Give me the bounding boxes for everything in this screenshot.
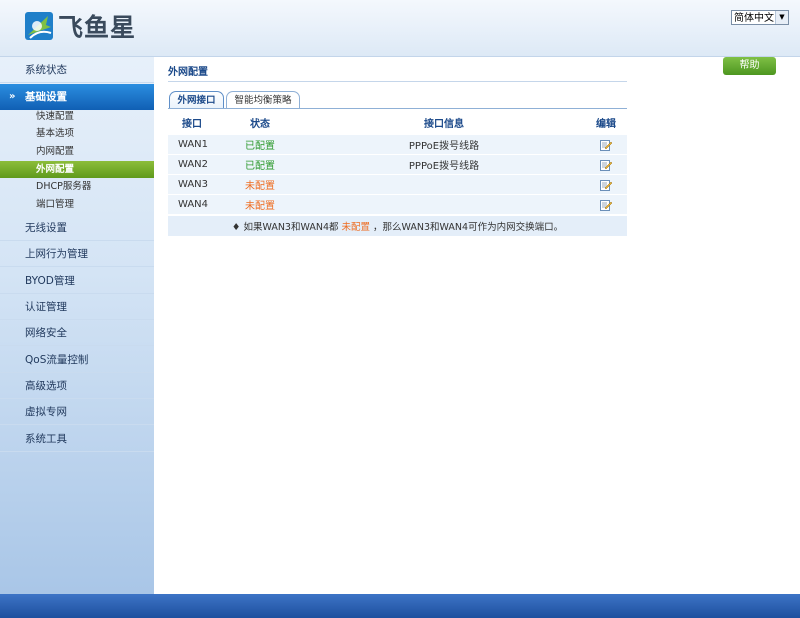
sidebar-subitem-port-management[interactable]: 端口管理 [0, 196, 154, 213]
note-suffix: ，那么WAN3和WAN4可作为内网交换端口。 [373, 222, 564, 233]
sidebar-subitem-basic-options[interactable]: 基本选项 [0, 125, 154, 142]
chevron-down-icon: ▼ [775, 11, 788, 24]
sidebar-item-label: 认证管理 [25, 301, 67, 313]
edit-button[interactable] [596, 175, 616, 194]
sidebar-item-label: 系统状态 [25, 64, 67, 76]
sidebar-item-advanced[interactable]: 高级选项 [0, 373, 154, 399]
sidebar-item-label: 基础设置 [25, 91, 67, 103]
row-status: 未配置 [245, 201, 275, 212]
sidebar-item-label: 虚拟专网 [25, 406, 67, 418]
fish-logo-icon [25, 12, 53, 40]
row-info: PPPoE拨号线路 [408, 141, 480, 152]
page-title: 外网配置 [168, 67, 208, 78]
edit-button[interactable] [596, 155, 616, 174]
header-interface: 接口 [182, 118, 202, 130]
sidebar-item-label: 网络安全 [25, 327, 67, 339]
sidebar-item-label: 系统工具 [25, 433, 67, 445]
sidebar-item-qos[interactable]: QoS流量控制 [0, 347, 154, 373]
tab-label: 智能均衡策略 [234, 95, 292, 106]
table-row: WAN2 已配置 PPPoE拨号线路 [168, 155, 627, 175]
note-prefix: ♦ 如果WAN3和WAN4都 [231, 222, 339, 233]
sidebar-subitem-lan-config[interactable]: 内网配置 [0, 143, 154, 160]
title-divider [168, 81, 627, 82]
sidebar-subitem-quick-config[interactable]: 快速配置 [0, 108, 154, 125]
sidebar-subitem-label: 外网配置 [36, 164, 75, 175]
tab-label: 外网接口 [177, 95, 216, 106]
sidebar-subitem-label: 端口管理 [36, 199, 75, 210]
table-row: WAN1 已配置 PPPoE拨号线路 [168, 135, 627, 155]
sidebar-item-byod[interactable]: BYOD管理 [0, 268, 154, 294]
sidebar-item-label: 无线设置 [25, 222, 67, 234]
header-status: 状态 [250, 118, 270, 130]
note-highlight: 未配置 [341, 222, 371, 233]
row-interface: WAN2 [177, 159, 209, 170]
sidebar-subitem-wan-config[interactable]: 外网配置 [0, 161, 154, 178]
sidebar-subitem-label: 基本选项 [36, 128, 75, 139]
language-value: 简体中文 [734, 13, 774, 24]
header-edit: 编辑 [596, 118, 616, 130]
sidebar-item-label: BYOD管理 [25, 275, 75, 287]
wan-note: ♦ 如果WAN3和WAN4都 未配置 ，那么WAN3和WAN4可作为内网交换端口… [168, 216, 627, 236]
sidebar: 系统状态 » 基础设置 快速配置 基本选项 内网配置 外网配置 DHCP服务器 … [0, 57, 154, 594]
sidebar-item-behavior-management[interactable]: 上网行为管理 [0, 241, 154, 267]
edit-icon [600, 199, 612, 211]
sidebar-item-system-status[interactable]: 系统状态 [0, 57, 154, 83]
sidebar-item-auth[interactable]: 认证管理 [0, 294, 154, 320]
header-info: 接口信息 [424, 118, 464, 130]
table-row: WAN4 未配置 [168, 195, 627, 215]
logo-text: 飞鱼星 [58, 13, 137, 42]
sidebar-item-label: QoS流量控制 [25, 354, 89, 366]
edit-icon [600, 159, 612, 171]
edit-icon [600, 179, 612, 191]
sidebar-item-system-tools[interactable]: 系统工具 [0, 426, 154, 452]
sidebar-item-network-security[interactable]: 网络安全 [0, 320, 154, 346]
row-info [368, 195, 520, 214]
table-header: 接口 状态 接口信息 编辑 [168, 109, 627, 135]
sidebar-item-wireless[interactable]: 无线设置 [0, 215, 154, 241]
sidebar-item-label: 上网行为管理 [25, 248, 88, 260]
sidebar-item-vpn[interactable]: 虚拟专网 [0, 399, 154, 425]
sidebar-subitem-dhcp-server[interactable]: DHCP服务器 [0, 178, 154, 195]
row-status: 未配置 [245, 181, 275, 192]
row-interface: WAN1 [177, 139, 209, 150]
row-interface: WAN4 [177, 199, 209, 210]
edit-button[interactable] [596, 135, 616, 154]
footer-bar [0, 594, 800, 618]
edit-icon [600, 139, 612, 151]
sidebar-subitem-label: DHCP服务器 [36, 181, 92, 192]
row-info: PPPoE拨号线路 [408, 161, 480, 172]
language-select[interactable]: 简体中文 ▼ [731, 10, 789, 25]
tab-wan-interface[interactable]: 外网接口 [169, 91, 224, 109]
row-info [368, 175, 520, 194]
edit-button[interactable] [596, 195, 616, 214]
row-status: 已配置 [245, 161, 275, 172]
sidebar-subitem-label: 内网配置 [36, 146, 75, 157]
tab-load-balance-policy[interactable]: 智能均衡策略 [226, 91, 300, 109]
sidebar-item-basic-settings[interactable]: » 基础设置 [0, 84, 154, 110]
row-status: 已配置 [245, 141, 275, 152]
sidebar-subitem-label: 快速配置 [36, 111, 75, 122]
sidebar-item-label: 高级选项 [25, 380, 67, 392]
help-button[interactable]: 帮助 [723, 57, 776, 75]
row-interface: WAN3 [177, 179, 209, 190]
table-row: WAN3 未配置 [168, 175, 627, 195]
header: 飞鱼星 简体中文 ▼ [0, 0, 800, 57]
double-chevron-down-icon: » [9, 91, 16, 102]
logo: 飞鱼星 [24, 10, 136, 42]
